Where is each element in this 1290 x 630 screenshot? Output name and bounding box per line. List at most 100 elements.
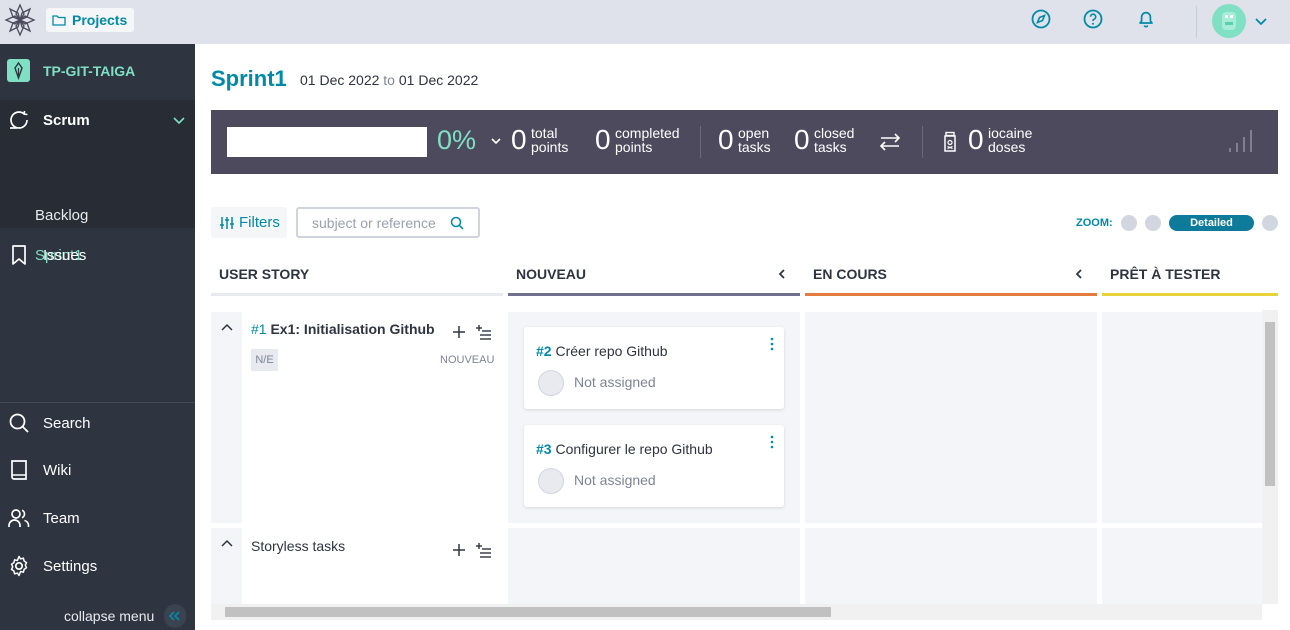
iocaine-doses-label: iocaine doses xyxy=(988,126,1078,154)
task-column-en-cours xyxy=(805,528,1097,604)
user-story-title[interactable]: #1 Ex1: Initialisation Github xyxy=(251,321,435,337)
zoom-level-detailed[interactable]: Detailed xyxy=(1169,215,1254,231)
assignee-avatar-icon[interactable] xyxy=(538,468,564,494)
task-column-en-cours xyxy=(805,312,1097,523)
task-assignee[interactable]: Not assigned xyxy=(574,472,656,488)
bulk-add-tasks-icon[interactable] xyxy=(475,542,491,558)
task-card[interactable]: #3 Configurer le repo Github Not assigne… xyxy=(524,425,784,507)
iocaine-jar-icon xyxy=(944,131,956,152)
vertical-scrollbar[interactable] xyxy=(1262,310,1278,604)
horizontal-scrollbar[interactable] xyxy=(211,604,1262,620)
team-icon xyxy=(8,509,30,527)
sidebar-item-team[interactable]: Team xyxy=(0,498,195,538)
task-title[interactable]: #2 Créer repo Github xyxy=(536,343,668,359)
chevron-up-icon[interactable] xyxy=(220,322,234,332)
kebab-menu-icon[interactable] xyxy=(768,435,776,449)
avatar-pattern-icon xyxy=(1222,12,1236,30)
project-logo-icon xyxy=(7,59,30,82)
bookmark-icon xyxy=(12,245,26,265)
column-title: USER STORY xyxy=(219,266,310,282)
chevron-down-icon[interactable] xyxy=(1253,13,1269,29)
task-column-nouveau xyxy=(508,528,800,604)
task-name[interactable]: Configurer le repo Github xyxy=(555,441,712,457)
task-title[interactable]: #3 Configurer le repo Github xyxy=(536,441,713,457)
avatar[interactable] xyxy=(1212,4,1246,38)
search-input[interactable] xyxy=(312,215,452,231)
burndown-graph-icon[interactable] xyxy=(1227,126,1257,154)
sidebar-item-label: Scrum xyxy=(43,111,90,129)
sprint-dates: 01 Dec 2022 to 01 Dec 2022 xyxy=(300,72,478,88)
search-icon xyxy=(9,413,29,433)
sidebar-item-scrum[interactable]: Scrum xyxy=(0,100,195,140)
sidebar-item-search[interactable]: Search xyxy=(0,403,195,443)
sidebar-scrum-section: Scrum Backlog Sprint1 xyxy=(0,100,195,264)
stat-label-line: doses xyxy=(988,139,1026,155)
taiga-logo-icon[interactable] xyxy=(4,3,36,37)
filters-label: Filters xyxy=(239,214,280,231)
bulk-add-tasks-icon[interactable] xyxy=(475,324,491,340)
add-task-icon[interactable] xyxy=(451,542,467,558)
kebab-menu-icon[interactable] xyxy=(768,337,776,351)
scrollbar-thumb[interactable] xyxy=(1265,322,1275,486)
sprint-progress-bar xyxy=(227,127,427,157)
chevron-left-icon[interactable] xyxy=(1073,268,1085,280)
collapse-menu-label[interactable]: collapse menu xyxy=(64,608,154,624)
chevron-left-icon[interactable] xyxy=(776,268,788,280)
column-header-nouveau: NOUVEAU xyxy=(508,256,800,296)
book-icon xyxy=(11,460,27,480)
progress-percent: 0% xyxy=(437,125,477,155)
total-points-value: 0 xyxy=(511,124,527,155)
add-task-icon[interactable] xyxy=(451,324,467,340)
column-color-bar xyxy=(1102,293,1278,296)
swap-arrows-icon[interactable] xyxy=(878,131,902,153)
sidebar-item-issues[interactable]: Issues xyxy=(0,235,195,275)
sidebar-item-backlog[interactable]: Backlog xyxy=(35,207,88,224)
sidebar-project[interactable]: TP-GIT-TAIGA xyxy=(0,44,195,100)
projects-button[interactable]: Projects xyxy=(46,8,135,32)
help-icon[interactable] xyxy=(1082,8,1104,30)
column-color-bar xyxy=(805,293,1097,296)
filters-button[interactable]: Filters xyxy=(211,207,287,238)
sidebar-item-label: Issues xyxy=(43,246,87,264)
task-ref[interactable]: #2 xyxy=(536,343,552,359)
sprint-dates-separator: to xyxy=(383,72,395,88)
user-story-ref[interactable]: #1 xyxy=(251,321,267,337)
scrum-icon xyxy=(10,110,28,129)
chevron-down-icon[interactable] xyxy=(490,135,502,147)
search-field[interactable] xyxy=(296,207,480,238)
column-title: EN COURS xyxy=(813,266,887,282)
assignee-avatar-icon[interactable] xyxy=(538,370,564,396)
user-story-name[interactable]: Ex1: Initialisation Github xyxy=(270,321,434,337)
sidebar-item-wiki[interactable]: Wiki xyxy=(0,450,195,490)
discover-icon[interactable] xyxy=(1030,8,1052,30)
double-chevron-left-icon xyxy=(168,611,180,621)
search-icon[interactable] xyxy=(450,216,464,230)
collapse-menu-button[interactable] xyxy=(164,604,186,628)
user-story-status[interactable]: NOUVEAU xyxy=(440,354,494,366)
sprint-start-date: 01 Dec 2022 xyxy=(300,72,380,88)
closed-tasks-value: 0 xyxy=(794,124,810,155)
zoom-level-1[interactable] xyxy=(1121,215,1137,231)
chevron-down-icon[interactable] xyxy=(172,114,186,126)
zoom-level-2[interactable] xyxy=(1145,215,1161,231)
task-column-pret-a-tester xyxy=(1102,312,1262,523)
task-name[interactable]: Créer repo Github xyxy=(555,343,667,359)
task-card[interactable]: #2 Créer repo Github Not assigned xyxy=(524,327,784,409)
project-name: TP-GIT-TAIGA xyxy=(43,63,136,79)
scrollbar-thumb[interactable] xyxy=(225,607,831,617)
notifications-icon[interactable] xyxy=(1135,8,1157,30)
user-story-points-badge[interactable]: N/E xyxy=(251,349,278,371)
stats-divider xyxy=(922,126,923,158)
open-tasks-value: 0 xyxy=(718,124,734,155)
stat-label-line: iocaine xyxy=(988,125,1033,141)
chevron-up-icon[interactable] xyxy=(220,538,234,548)
task-ref[interactable]: #3 xyxy=(536,441,552,457)
stat-label-line: completed xyxy=(615,125,680,141)
stats-divider xyxy=(700,126,701,158)
sidebar-item-label: Wiki xyxy=(43,461,72,479)
task-assignee[interactable]: Not assigned xyxy=(574,374,656,390)
folder-icon xyxy=(52,15,66,26)
sidebar-item-settings[interactable]: Settings xyxy=(0,546,195,586)
zoom-level-4[interactable] xyxy=(1262,215,1278,231)
projects-label: Projects xyxy=(72,12,128,28)
